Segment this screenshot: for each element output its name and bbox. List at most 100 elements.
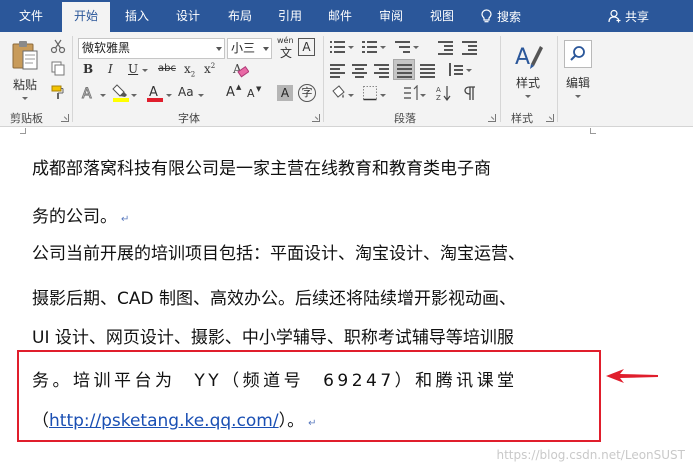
tab-mailings[interactable]: 邮件 (318, 0, 362, 32)
borders-dropdown-caret[interactable] (380, 94, 386, 97)
align-left-icon[interactable] (330, 63, 345, 78)
shrink-font-arrow-icon: ▼ (256, 85, 262, 93)
styles-label: 样式 (515, 76, 540, 90)
superscript-digit: 2 (210, 62, 216, 70)
line-spacing-dropdown-caret[interactable] (466, 69, 472, 72)
document-text: 成都部落窝科技有限公司是一家主营在线教育和教育类电子商 (32, 159, 491, 179)
styles-dialog-launcher[interactable] (546, 114, 554, 122)
tab-insert[interactable]: 插入 (115, 0, 159, 32)
enclose-characters-char: 字 (301, 86, 313, 99)
styles-gallery-button[interactable]: A 样式 (507, 36, 549, 102)
change-case-button[interactable]: Aa (178, 85, 194, 99)
document-line: 公司当前开展的培训项目包括：平面设计、淘宝设计、淘宝运营、 (32, 239, 525, 264)
font-dialog-launcher[interactable] (312, 114, 320, 122)
multilevel-list-icon[interactable] (395, 40, 410, 53)
group-divider (72, 36, 73, 122)
justify-icon (397, 63, 412, 78)
borders-icon[interactable] (362, 85, 378, 101)
styles-icon: A (515, 45, 543, 70)
strikethrough-button[interactable]: abc (158, 63, 176, 74)
editing-icon-frame (564, 40, 592, 68)
document-line: UI 设计、网页设计、摄影、中小学辅导、职称考试辅导等培训服 (32, 323, 514, 348)
editing-button[interactable]: 编辑 (560, 36, 596, 102)
tab-file[interactable]: 文件 (8, 0, 54, 32)
text-effects-dropdown-caret[interactable] (100, 94, 106, 97)
search-label: 搜索 (497, 9, 522, 24)
grow-font-button[interactable]: A (226, 85, 235, 100)
share-button[interactable]: 共享 (608, 0, 649, 32)
tab-view[interactable]: 视图 (420, 0, 464, 32)
paste-button[interactable]: 粘贴 (6, 36, 44, 104)
bullets-dropdown-caret[interactable] (348, 46, 354, 49)
character-shading-button[interactable]: A (277, 85, 293, 101)
highlighter-icon[interactable] (112, 83, 130, 102)
copy-icon[interactable] (50, 61, 66, 77)
font-color-dropdown-caret[interactable] (166, 94, 172, 97)
tab-layout[interactable]: 布局 (218, 0, 262, 32)
tab-design[interactable]: 设计 (166, 0, 210, 32)
tell-me-search[interactable]: 搜索 (481, 0, 521, 32)
shrink-font-button[interactable]: A (247, 87, 255, 100)
group-divider (557, 36, 558, 122)
justify-button[interactable] (393, 59, 415, 80)
clear-formatting-icon[interactable]: A (232, 61, 249, 78)
font-color-icon[interactable]: A (146, 83, 164, 102)
increase-indent-icon[interactable] (462, 40, 477, 55)
grow-font-arrow-icon: ▲ (236, 83, 242, 91)
superscript-button[interactable]: x2 (204, 62, 215, 76)
chevron-down-icon (263, 47, 269, 51)
tab-review[interactable]: 审阅 (369, 0, 413, 32)
paragraph-mark: ↵ (121, 214, 130, 225)
highlight-dropdown-caret[interactable] (131, 94, 137, 97)
paragraph-dialog-launcher[interactable] (488, 114, 496, 122)
enclose-characters-button[interactable]: 字 (298, 84, 316, 102)
document-line: 务的公司。 ↵ (32, 202, 129, 227)
numbering-icon[interactable] (362, 40, 377, 53)
character-border-button[interactable]: A (298, 38, 315, 56)
svg-text:A: A (515, 45, 530, 70)
decrease-indent-icon[interactable] (438, 40, 453, 55)
svg-text:A: A (436, 86, 441, 94)
svg-text:Z: Z (436, 94, 441, 101)
distributed-icon[interactable] (420, 63, 435, 78)
bold-button[interactable]: B (83, 62, 93, 76)
font-size-combo[interactable]: 小三 (227, 38, 272, 59)
sort-icon[interactable]: A Z (436, 85, 452, 101)
multilevel-list-dropdown-caret[interactable] (413, 46, 419, 49)
document-text: 摄影后期、CAD 制图、高效办公。后续还将陆续增开影视动画、 (32, 289, 516, 309)
underline-dropdown-caret[interactable] (142, 69, 148, 72)
document-text: 务的公司。 (32, 207, 117, 227)
subscript-button[interactable]: x2 (184, 62, 195, 78)
italic-button[interactable]: I (108, 62, 113, 76)
format-painter-icon[interactable] (50, 84, 66, 100)
shading-icon[interactable] (330, 85, 346, 101)
clipboard-icon (12, 41, 38, 70)
phonetic-guide-char: 文 (280, 46, 293, 60)
show-hide-marks-icon[interactable] (462, 85, 478, 101)
font-name-combo[interactable]: 微软雅黑 (78, 38, 225, 59)
svg-text:A: A (149, 85, 158, 100)
phonetic-guide-button[interactable]: wén 文 (277, 36, 295, 60)
underline-button[interactable]: U (128, 62, 138, 76)
change-case-dropdown-caret[interactable] (198, 94, 204, 97)
subscript-digit: 2 (190, 70, 196, 79)
align-right-icon[interactable] (374, 63, 389, 78)
annotation-arrow-icon (606, 369, 658, 383)
numbering-dropdown-caret[interactable] (380, 46, 386, 49)
text-effects-icon[interactable]: A (80, 84, 100, 103)
cut-icon[interactable] (50, 38, 66, 54)
shading-dropdown-caret[interactable] (348, 94, 354, 97)
align-center-icon[interactable] (352, 63, 367, 78)
paste-dropdown-caret[interactable] (22, 97, 28, 100)
chinese-layout-icon[interactable] (402, 85, 420, 101)
paragraph-group-label: 段落 (394, 112, 416, 125)
chinese-layout-dropdown-caret[interactable] (420, 94, 426, 97)
styles-group-label: 样式 (511, 112, 533, 125)
tab-references[interactable]: 引用 (268, 0, 312, 32)
font-group-label: 字体 (178, 112, 200, 125)
line-spacing-icon[interactable] (448, 63, 463, 76)
bullets-icon[interactable] (330, 40, 345, 53)
document-text: UI 设计、网页设计、摄影、中小学辅导、职称考试辅导等培训服 (32, 328, 514, 348)
clipboard-dialog-launcher[interactable] (61, 114, 69, 122)
tab-home[interactable]: 开始 (62, 2, 110, 32)
